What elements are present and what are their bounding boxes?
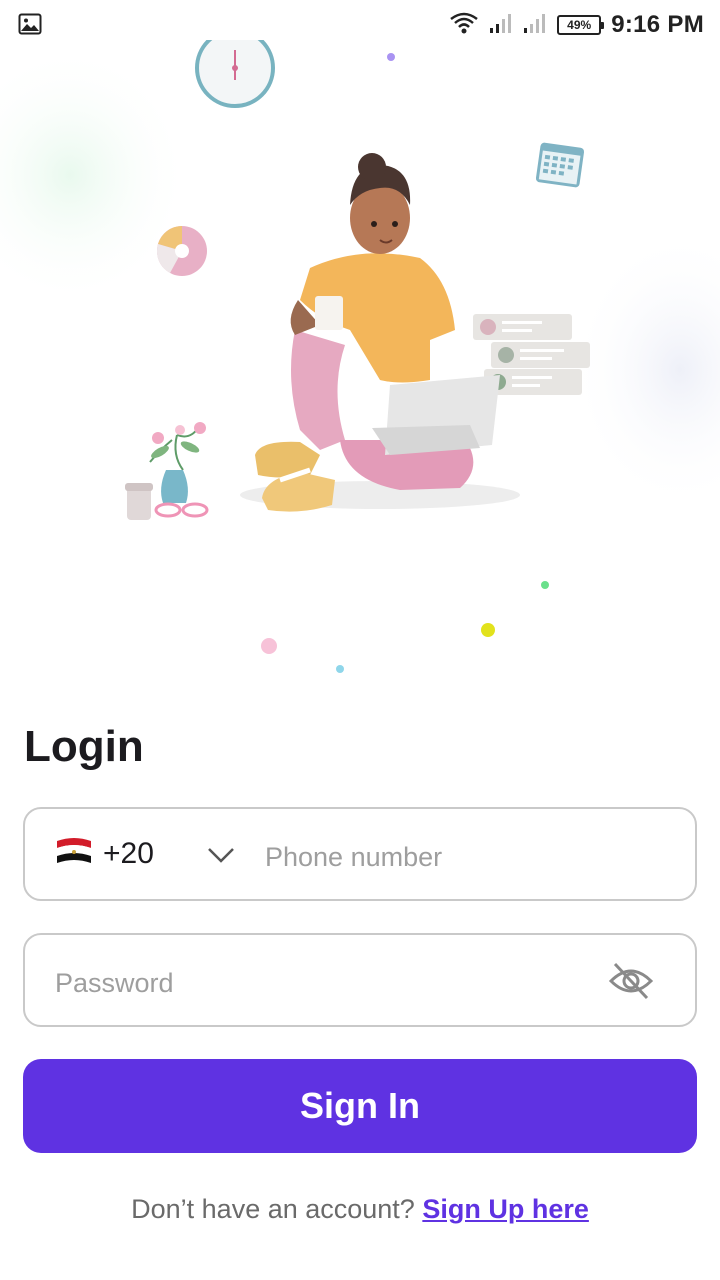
egypt-flag-icon [55,837,93,872]
password-field[interactable] [23,933,697,1027]
country-selector[interactable]: +20 [55,809,154,899]
cell-signal-icon-2 [523,12,547,39]
phone-field[interactable]: +20 [23,807,697,901]
chevron-down-icon[interactable] [205,839,237,871]
wifi-icon [449,11,479,40]
phone-number-input[interactable] [265,833,665,881]
status-time: 9:16 PM [611,11,704,38]
signup-prompt: Don’t have an account? Sign Up here [0,1194,720,1225]
cell-signal-icon [489,12,513,39]
signup-link[interactable]: Sign Up here [422,1194,589,1224]
sign-in-button[interactable]: Sign In [23,1059,697,1153]
password-input[interactable] [55,959,595,1007]
calendar-icon [535,142,585,188]
country-code: +20 [103,837,154,870]
hero-illustration [0,28,720,690]
vase-icon [125,422,209,520]
pie-chart-icon [156,226,207,276]
gallery-notification-icon [18,13,42,40]
battery-indicator: 49% [557,15,605,35]
signup-prompt-text: Don’t have an account? [131,1194,415,1224]
eye-off-icon[interactable] [607,959,655,1003]
clock-icon [195,28,275,108]
page-title: Login [24,722,144,771]
